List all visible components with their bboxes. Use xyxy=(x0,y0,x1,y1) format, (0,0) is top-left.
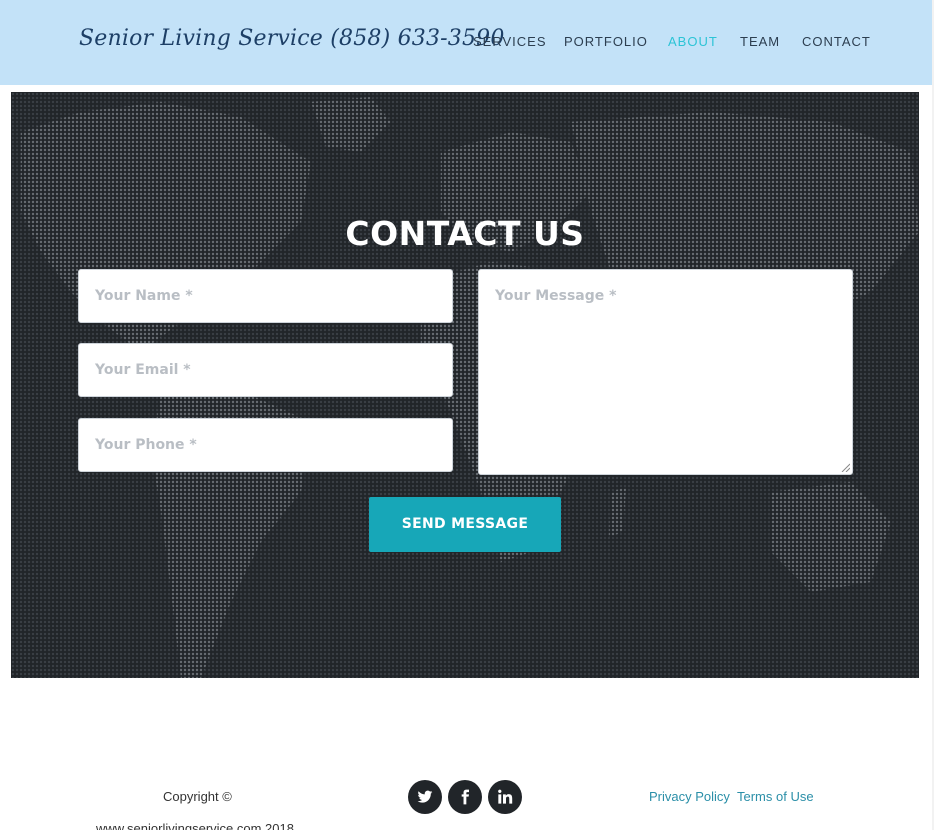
email-field[interactable]: Your Email * xyxy=(78,343,453,397)
nav-link-portfolio[interactable]: PORTFOLIO xyxy=(564,34,648,49)
privacy-policy-link[interactable]: Privacy Policy xyxy=(649,789,730,804)
message-textarea[interactable]: Your Message * xyxy=(478,269,853,475)
linkedin-button[interactable] xyxy=(488,780,522,814)
name-field[interactable]: Your Name * xyxy=(78,269,453,323)
twitter-icon xyxy=(417,790,433,803)
name-placeholder: Your Name * xyxy=(95,288,193,304)
site-url-text: www.seniorlivingservice.com 2018 xyxy=(96,821,294,830)
send-message-button[interactable]: SEND MESSAGE xyxy=(369,497,561,552)
nav-link-team[interactable]: TEAM xyxy=(740,34,780,49)
top-navbar: Senior Living Service (858) 633-3590 SER… xyxy=(0,0,932,85)
message-placeholder: Your Message * xyxy=(495,288,617,304)
nav-link-about[interactable]: ABOUT xyxy=(668,34,718,49)
contact-title: CONTACT US xyxy=(345,214,585,253)
email-placeholder: Your Email * xyxy=(95,362,191,378)
nav-link-services[interactable]: SERVICES xyxy=(473,34,547,49)
nav-link-contact[interactable]: CONTACT xyxy=(802,34,871,49)
twitter-button[interactable] xyxy=(408,780,442,814)
copyright-text: Copyright © xyxy=(163,789,232,804)
terms-of-use-link[interactable]: Terms of Use xyxy=(737,789,814,804)
linkedin-icon xyxy=(498,789,513,804)
facebook-icon xyxy=(461,789,469,805)
brand-logo[interactable]: Senior Living Service (858) 633-3590 xyxy=(79,26,505,51)
contact-section: CONTACT US Your Name * Your Email * Your… xyxy=(11,92,919,678)
phone-placeholder: Your Phone * xyxy=(95,437,197,453)
resize-handle-icon[interactable] xyxy=(840,462,850,472)
facebook-button[interactable] xyxy=(448,780,482,814)
phone-field[interactable]: Your Phone * xyxy=(78,418,453,472)
